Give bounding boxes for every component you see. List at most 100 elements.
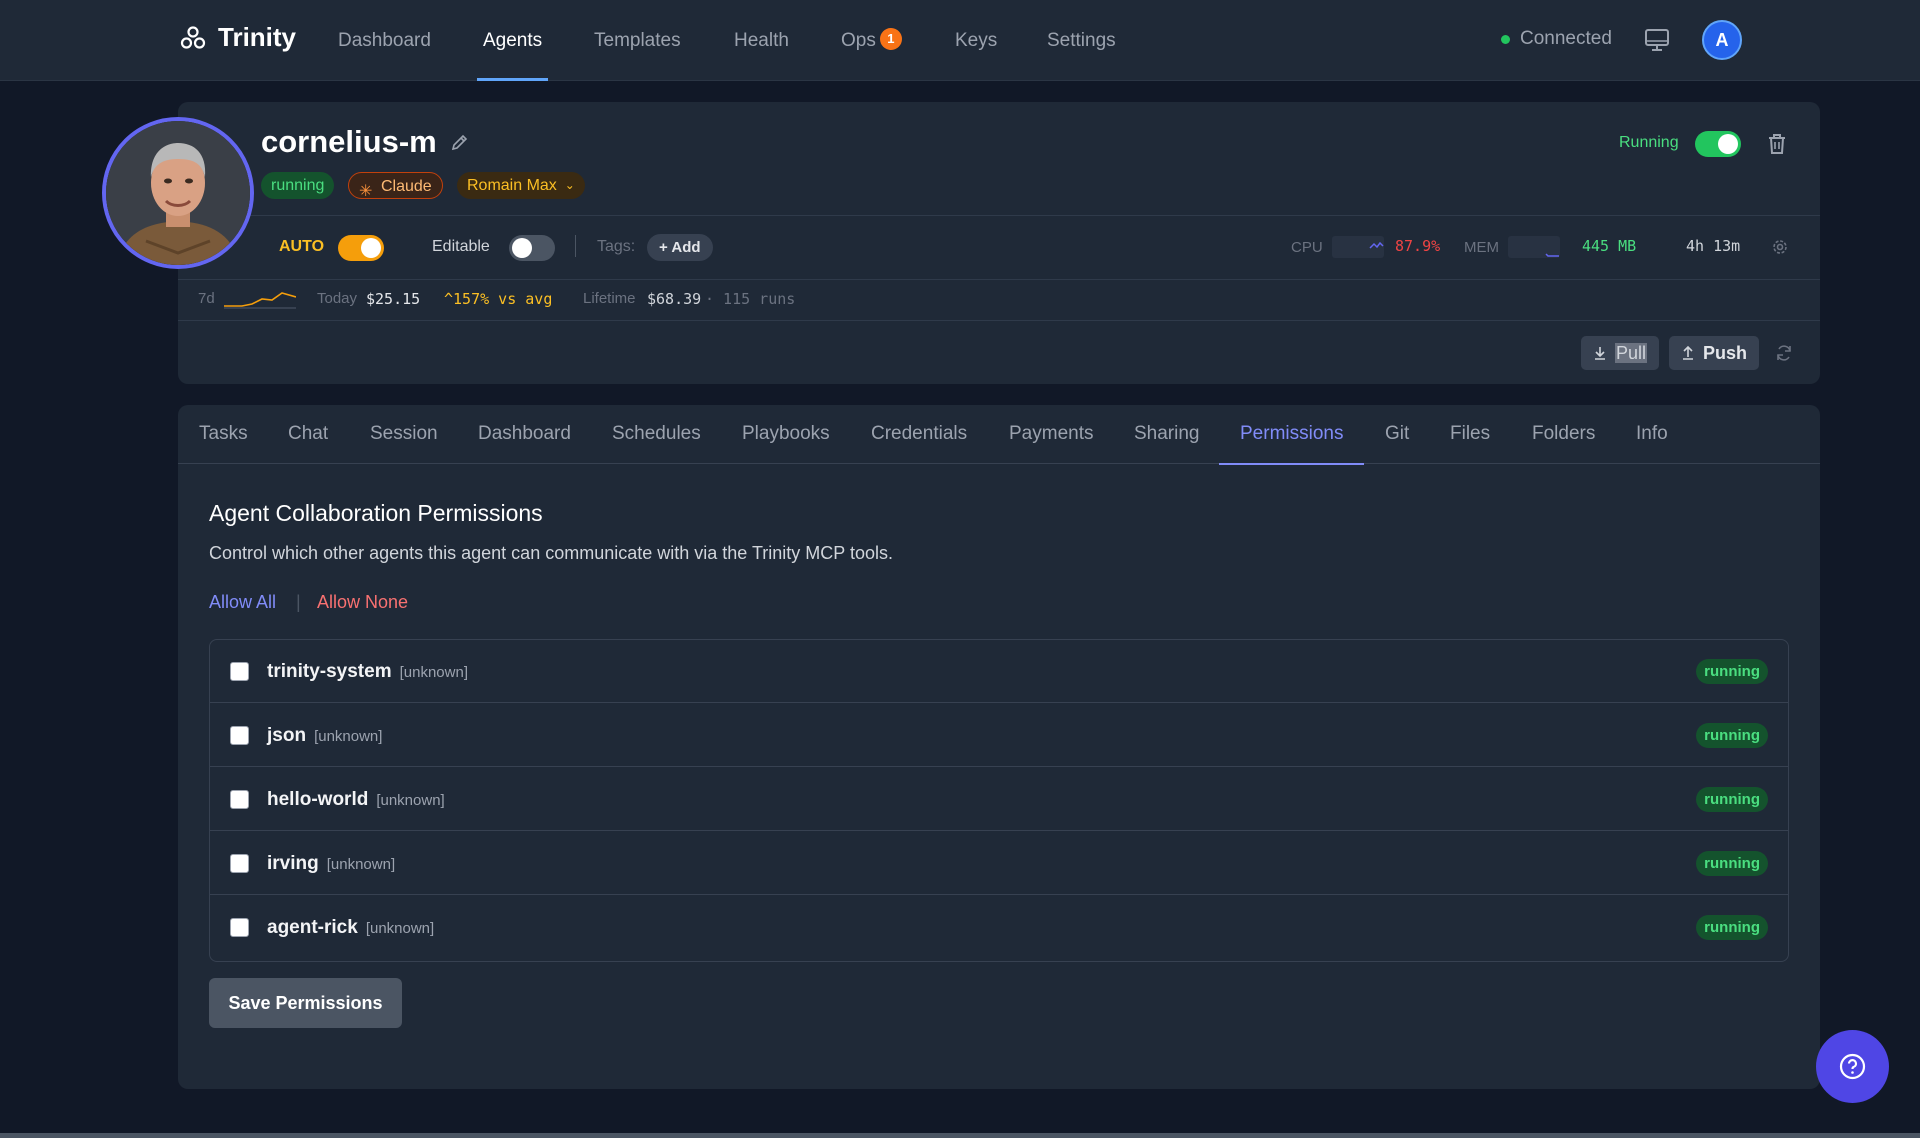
model-selector[interactable]: Romain Max ⌄: [457, 172, 585, 199]
gear-icon[interactable]: [1771, 238, 1789, 256]
ops-count-badge: 1: [879, 27, 902, 50]
list-item[interactable]: json [unknown] running: [210, 704, 1788, 767]
auto-toggle[interactable]: [338, 235, 384, 261]
list-item[interactable]: trinity-system [unknown] running: [210, 640, 1788, 703]
tab-credentials[interactable]: Credentials: [871, 405, 967, 464]
lifetime-cost: $68.39: [647, 290, 702, 308]
section-title: Agent Collaboration Permissions: [209, 500, 543, 526]
divider: [575, 235, 576, 257]
tab-files[interactable]: Files: [1450, 405, 1490, 464]
claude-sparkle-icon: ✳: [359, 183, 373, 200]
tab-session[interactable]: Session: [370, 405, 438, 464]
mem-label: MEM: [1464, 239, 1499, 256]
permission-checkbox[interactable]: [230, 790, 249, 809]
help-button[interactable]: [1816, 1030, 1889, 1103]
agent-portrait-image: [106, 121, 250, 265]
agent-item-type: [unknown]: [399, 664, 468, 681]
agent-item-type: [unknown]: [365, 920, 435, 937]
status-badge: running: [261, 172, 335, 199]
tab-tasks[interactable]: Tasks: [199, 405, 248, 464]
nav-keys[interactable]: Keys: [955, 0, 997, 81]
cost-trend: ^157% vs avg: [444, 290, 552, 308]
sync-icon[interactable]: [1774, 343, 1794, 363]
tab-payments[interactable]: Payments: [1009, 405, 1093, 464]
tab-sharing[interactable]: Sharing: [1134, 405, 1200, 464]
top-navbar: Trinity Dashboard Agents Templates Healt…: [0, 0, 1920, 81]
user-avatar[interactable]: A: [1702, 20, 1742, 60]
tab-schedules[interactable]: Schedules: [612, 405, 701, 464]
brand[interactable]: Trinity: [180, 22, 296, 53]
pull-label: Pull: [1615, 343, 1648, 363]
lifetime-label: Lifetime: [583, 290, 636, 307]
tab-info[interactable]: Info: [1636, 405, 1668, 464]
tab-dashboard[interactable]: Dashboard: [478, 405, 571, 464]
status-badge: running: [1696, 787, 1768, 812]
status-badge: running: [1696, 851, 1768, 876]
pull-button[interactable]: Pull: [1581, 336, 1660, 370]
nav-ops[interactable]: Ops 1: [841, 0, 902, 81]
agent-item-label: hello-world: [267, 789, 369, 810]
agent-name: cornelius-m: [261, 124, 437, 159]
plus-icon: +: [659, 239, 672, 256]
run-state-label: Running: [1619, 134, 1679, 151]
list-item[interactable]: irving [unknown] running: [210, 832, 1788, 895]
agent-item-label: trinity-system: [267, 661, 392, 682]
tab-git[interactable]: Git: [1385, 405, 1409, 464]
provider-label: Claude: [381, 178, 432, 195]
running-toggle[interactable]: [1695, 131, 1741, 157]
agent-item-label: irving: [267, 853, 319, 874]
allow-all-link[interactable]: Allow All: [209, 592, 276, 613]
cpu-label: CPU: [1291, 239, 1323, 256]
agent-avatar[interactable]: [102, 117, 254, 269]
status-badge: running: [1696, 723, 1768, 748]
agent-item-type: [unknown]: [376, 792, 445, 809]
download-icon: [1595, 347, 1605, 360]
permission-checkbox[interactable]: [230, 726, 249, 745]
agent-item-name: irving [unknown]: [267, 853, 395, 875]
help-icon: [1839, 1053, 1866, 1080]
status-dot-icon: [1501, 34, 1510, 44]
tab-bar: Tasks Chat Session Dashboard Schedules P…: [178, 405, 1820, 465]
add-tag-button[interactable]: + Add: [647, 234, 713, 261]
pencil-icon[interactable]: [450, 132, 470, 152]
divider: [178, 215, 1820, 216]
tab-playbooks[interactable]: Playbooks: [742, 405, 830, 464]
nav-templates[interactable]: Templates: [594, 0, 681, 81]
tab-permissions[interactable]: Permissions: [1218, 405, 1366, 465]
tab-chat[interactable]: Chat: [288, 405, 328, 464]
today-cost: $25.15: [366, 290, 421, 308]
nav-agents[interactable]: Agents: [476, 0, 549, 81]
agent-item-name: agent-rick [unknown]: [267, 917, 434, 939]
editable-toggle[interactable]: [509, 235, 555, 261]
status-badge: running: [1696, 659, 1768, 684]
divider: [178, 279, 1820, 280]
nav-ops-label: Ops: [841, 30, 876, 51]
permission-checkbox[interactable]: [230, 854, 249, 873]
permission-checkbox[interactable]: [230, 662, 249, 681]
list-item[interactable]: hello-world [unknown] running: [210, 768, 1788, 831]
brand-name: Trinity: [218, 22, 297, 52]
monitor-icon[interactable]: [1644, 28, 1670, 52]
allow-none-link[interactable]: Allow None: [317, 592, 408, 613]
today-label: Today: [317, 290, 358, 307]
nav-dashboard[interactable]: Dashboard: [338, 0, 431, 81]
editable-label: Editable: [432, 238, 490, 255]
push-button[interactable]: Push: [1669, 336, 1760, 370]
trinity-logo-icon: [180, 25, 206, 49]
status-badge: running: [1696, 915, 1768, 940]
trend-up-icon: ^: [444, 290, 454, 308]
connection-label: Connected: [1520, 28, 1612, 49]
trash-icon[interactable]: [1766, 132, 1788, 156]
cost-sparkline: [224, 292, 296, 309]
tab-folders[interactable]: Folders: [1532, 405, 1595, 464]
push-label: Push: [1703, 343, 1748, 363]
section-description: Control which other agents this agent ca…: [209, 543, 893, 563]
save-permissions-button[interactable]: Save Permissions: [209, 978, 402, 1028]
permission-checkbox[interactable]: [230, 918, 249, 937]
nav-health[interactable]: Health: [734, 0, 789, 81]
list-item[interactable]: agent-rick [unknown] running: [210, 896, 1788, 959]
nav-settings[interactable]: Settings: [1047, 0, 1116, 81]
add-tag-label: Add: [671, 239, 701, 256]
upload-icon: [1683, 345, 1693, 360]
permissions-card: Tasks Chat Session Dashboard Schedules P…: [178, 405, 1820, 1089]
